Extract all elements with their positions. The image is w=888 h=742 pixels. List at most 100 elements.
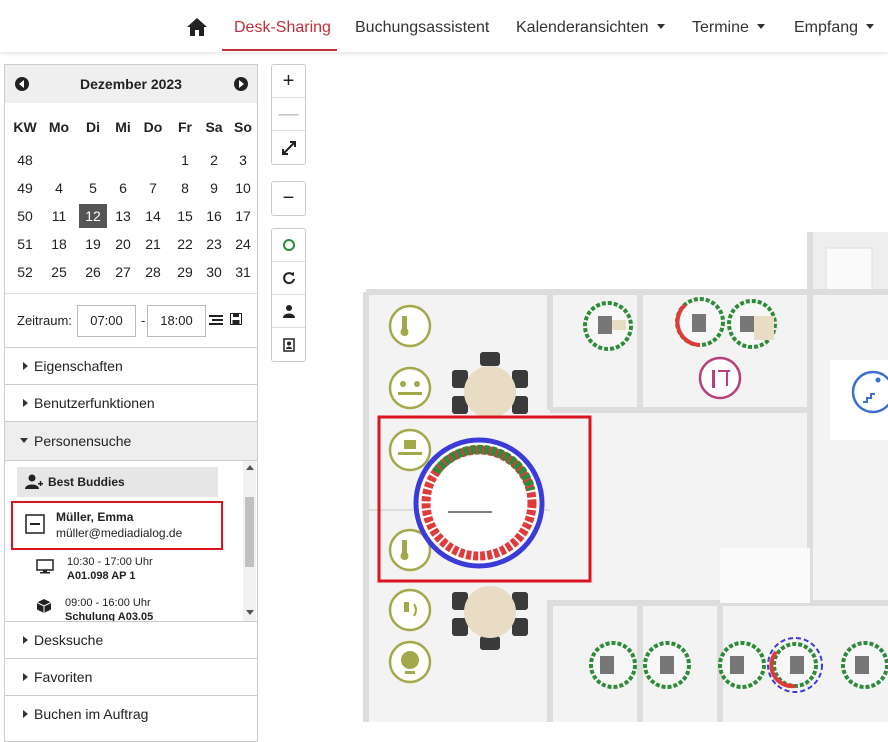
- accordion-favoriten[interactable]: Favoriten: [5, 658, 257, 695]
- caret-down-icon: [20, 438, 28, 443]
- nav-active-indicator: [222, 49, 337, 51]
- fullscreen-button[interactable]: [272, 131, 305, 164]
- show-free-button[interactable]: [272, 229, 305, 262]
- calendar-day[interactable]: 13: [109, 204, 137, 228]
- calendar-day[interactable]: 16: [200, 204, 228, 228]
- collapse-icon[interactable]: [25, 514, 45, 534]
- calendar-weekday-header: Fr: [178, 119, 192, 135]
- zoom-out-button[interactable]: −: [272, 182, 305, 215]
- zoom-in-button[interactable]: +: [272, 65, 305, 98]
- accordion-desksuche[interactable]: Desksuche: [5, 621, 257, 658]
- calendar-day[interactable]: 24: [229, 232, 257, 256]
- accordion-benutzerfunktionen[interactable]: Benutzerfunktionen: [5, 384, 257, 421]
- calendar-day[interactable]: 23: [200, 232, 228, 256]
- time-to-input[interactable]: 18:00: [147, 305, 206, 337]
- calendar-day[interactable]: 6: [109, 176, 137, 200]
- save-icon[interactable]: [230, 313, 242, 325]
- person-email: müller@mediadialog.de: [56, 526, 183, 540]
- calendar-day[interactable]: 8: [171, 176, 199, 200]
- calendar-day[interactable]: 25: [45, 260, 73, 284]
- accordion-label: Personensuche: [34, 433, 132, 449]
- zoom-toolbar: + —: [271, 64, 306, 165]
- calendar-day[interactable]: 21: [139, 232, 167, 256]
- scrollbar-thumb[interactable]: [245, 497, 254, 567]
- calendar-day[interactable]: 12: [79, 204, 107, 228]
- accordion-label: Favoriten: [34, 669, 93, 685]
- calendar-day[interactable]: 27: [109, 260, 137, 284]
- nav-termine[interactable]: Termine: [692, 19, 765, 37]
- calendar-day[interactable]: 4: [45, 176, 73, 200]
- calendar-day[interactable]: 30: [200, 260, 228, 284]
- accordion-label: Buchen im Auftrag: [34, 706, 149, 722]
- calendar-day[interactable]: 22: [171, 232, 199, 256]
- desk-top-1[interactable]: [583, 301, 633, 351]
- calendar-day[interactable]: 5: [79, 176, 107, 200]
- accordion-personensuche[interactable]: Personensuche: [5, 421, 257, 460]
- calendar-day[interactable]: 31: [229, 260, 257, 284]
- calendar-day[interactable]: 14: [139, 204, 167, 228]
- desk-bottom-1[interactable]: [589, 641, 637, 689]
- calendar-weekday-header: Mo: [48, 119, 70, 135]
- calendar-day[interactable]: 28: [139, 260, 167, 284]
- calendar-day[interactable]: 15: [171, 204, 199, 228]
- calendar-day[interactable]: 29: [171, 260, 199, 284]
- desk-top-3[interactable]: [727, 299, 777, 349]
- caret-right-icon: [23, 673, 28, 681]
- expand-icon: [281, 140, 296, 155]
- desk-bottom-2[interactable]: [643, 641, 691, 689]
- calendar-day[interactable]: 20: [109, 232, 137, 256]
- next-month-icon[interactable]: [234, 77, 248, 91]
- group-label: Best Buddies: [48, 475, 125, 489]
- nav-desk-sharing[interactable]: Desk-Sharing: [234, 19, 331, 37]
- zoom-reset-button[interactable]: —: [272, 98, 305, 131]
- calendar-weekday-header: Di: [86, 119, 100, 135]
- contact-card-button[interactable]: [272, 328, 305, 361]
- calendar-day[interactable]: 11: [45, 204, 73, 228]
- zoom-out-toolbar: −: [271, 181, 306, 216]
- calendar-day[interactable]: 3: [229, 148, 257, 172]
- group-header[interactable]: Best Buddies: [17, 467, 218, 497]
- calendar-day[interactable]: 17: [229, 204, 257, 228]
- scroll-down-icon[interactable]: [246, 610, 254, 615]
- accordion-eigenschaften[interactable]: Eigenschaften: [5, 347, 257, 384]
- desk-bottom-5[interactable]: [841, 641, 888, 689]
- floor-plan[interactable]: [318, 52, 888, 742]
- calendar-day[interactable]: 2: [200, 148, 228, 172]
- calendar-day[interactable]: 10: [229, 176, 257, 200]
- calendar-weekday-header: Sa: [205, 119, 223, 135]
- list-icon[interactable]: [209, 314, 223, 326]
- accordion-buchen-im-auftrag[interactable]: Buchen im Auftrag: [5, 695, 257, 732]
- nav-empfang[interactable]: Empfang: [794, 19, 875, 37]
- filter-toolbar: [271, 228, 306, 362]
- scrollbar[interactable]: [243, 461, 256, 621]
- accordion-label: Desksuche: [34, 632, 104, 648]
- calendar-day[interactable]: 1: [171, 148, 199, 172]
- scroll-up-icon[interactable]: [246, 465, 254, 470]
- calendar-week-number: 51: [17, 236, 33, 252]
- calendar-header: Dezember 2023: [5, 65, 257, 103]
- circle-icon: [282, 239, 295, 251]
- nav-kalenderansichten[interactable]: Kalenderansichten: [516, 19, 665, 37]
- desk-bottom-3[interactable]: [718, 641, 766, 689]
- time-from-input[interactable]: 07:00: [77, 305, 136, 337]
- refresh-icon: [282, 272, 295, 285]
- calendar-day[interactable]: 26: [79, 260, 107, 284]
- calendar-day[interactable]: 7: [139, 176, 167, 200]
- cube-icon: [36, 599, 52, 613]
- calendar-week-number: 48: [17, 152, 33, 168]
- caret-down-icon: [756, 24, 765, 29]
- refresh-button[interactable]: [272, 262, 305, 295]
- calendar-weekday-header: So: [234, 119, 252, 135]
- stairs: [825, 247, 873, 293]
- booking-time: 10:30 - 17:00 Uhr: [67, 556, 153, 568]
- person-button[interactable]: [272, 295, 305, 328]
- home-icon[interactable]: [186, 17, 208, 37]
- floor-plan-drawing: [363, 232, 888, 722]
- calendar-day[interactable]: 19: [79, 232, 107, 256]
- desk-top-2[interactable]: [675, 297, 725, 347]
- selected-desk-ring[interactable]: [413, 437, 545, 569]
- person-entry[interactable]: Müller, Emma müller@mediadialog.de: [11, 501, 223, 550]
- calendar-day[interactable]: 9: [200, 176, 228, 200]
- calendar-day[interactable]: 18: [45, 232, 73, 256]
- nav-buchungsassistent[interactable]: Buchungsassistent: [355, 19, 489, 37]
